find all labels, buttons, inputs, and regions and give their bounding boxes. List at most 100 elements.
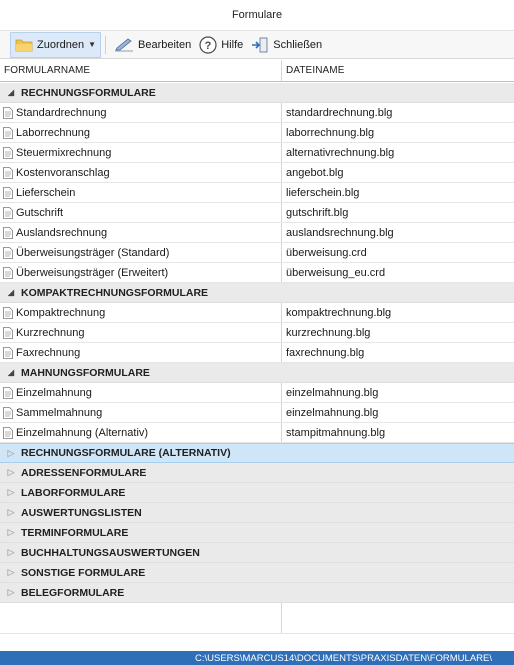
table-row[interactable]: Überweisungsträger (Erweitert) überweisun… [0,263,514,283]
table-row[interactable]: Auslandsrechnung auslandsrechnung.blg [0,223,514,243]
cell-file-name: auslandsrechnung.blg [282,227,394,239]
bearbeiten-button[interactable]: Bearbeiten [110,33,195,57]
table-row[interactable]: Sammelmahnung einzelmahnung.blg [0,403,514,423]
file-name: lieferschein.blg [286,186,360,199]
table-row[interactable]: Faxrechnung faxrechnung.blg [0,343,514,363]
status-bar: C:\USERS\MARCUS14\DOCUMENTS\PRAXISDATEN\… [0,651,514,665]
chevron-down-icon: ▼ [88,40,97,49]
group-header[interactable]: ◢ KOMPAKTRECHNUNGSFORMULARE [0,283,514,303]
document-icon [3,266,13,279]
cell-form-name: Lieferschein [0,183,282,202]
file-name: laborrechnung.blg [286,126,375,139]
expand-right-icon[interactable]: ▷ [5,507,17,518]
cell-form-name: Sammelmahnung [0,403,282,422]
hilfe-button[interactable]: ? Hilfe [195,33,247,57]
table-row[interactable]: Laborrechnung laborrechnung.blg [0,123,514,143]
file-name: überweisung.crd [286,246,367,259]
form-name: Kurzrechnung [16,326,85,339]
table-row[interactable]: Einzelmahnung (Alternativ) stampitmahnung… [0,423,514,443]
column-header-name-label: FORMULARNAME [4,65,91,76]
group-header[interactable]: ▷ TERMINFORMULARE [0,523,514,543]
cell-form-name: Einzelmahnung [0,383,282,402]
group-header[interactable]: ▷ SONSTIGE FORMULARE [0,563,514,583]
group-header[interactable]: ▷ AUSWERTUNGSLISTEN [0,503,514,523]
cell-form-name: Einzelmahnung (Alternativ) [0,423,282,442]
column-header-name[interactable]: FORMULARNAME [0,60,282,81]
table-row[interactable]: Lieferschein lieferschein.blg [0,183,514,203]
expand-down-icon[interactable]: ◢ [5,288,17,297]
cell-file-name: alternativrechnung.blg [282,147,394,159]
document-icon [3,306,13,319]
cell-file-name: überweisung.crd [282,247,367,259]
group-label: BELEGFORMULARE [21,586,125,599]
group-label: RECHNUNGSFORMULARE (ALTERNATIV) [21,447,231,459]
document-icon [3,126,13,139]
zuordnen-dropdown-button[interactable]: Zuordnen ▼ [10,31,102,58]
form-name: Laborrechnung [16,126,91,139]
group-header[interactable]: ▷ BUCHHALTUNGSAUSWERTUNGEN [0,543,514,563]
table-row[interactable]: Überweisungsträger (Standard) überweisung… [0,243,514,263]
column-header-file[interactable]: DATEINAME [282,65,345,76]
cell-file-name: einzelmahnung.blg [282,407,378,419]
cell-file-name: überweisung_eu.crd [282,267,385,279]
group-header[interactable]: ▷ ADRESSENFORMULARE [0,463,514,483]
form-name: Sammelmahnung [16,406,103,419]
expand-right-icon[interactable]: ▷ [5,487,17,498]
table-row[interactable]: Kompaktrechnung kompaktrechnung.blg [0,303,514,323]
group-label: TERMINFORMULARE [21,526,129,539]
group-label: AUSWERTUNGSLISTEN [21,506,142,519]
toolbar: Zuordnen ▼ Bearbeiten ? Hilfe Schließen [0,31,514,59]
window-titlebar: Formulare [0,0,514,31]
document-icon [3,186,13,199]
group-header[interactable]: ◢ MAHNUNGSFORMULARE [0,363,514,383]
expand-right-icon[interactable]: ▷ [5,567,17,578]
form-name: Einzelmahnung (Alternativ) [16,426,149,439]
file-name: überweisung_eu.crd [286,266,386,279]
file-name: auslandsrechnung.blg [286,226,394,239]
cell-file-name: gutschrift.blg [282,207,348,219]
status-path: C:\USERS\MARCUS14\DOCUMENTS\PRAXISDATEN\… [194,652,492,664]
form-name: Kompaktrechnung [16,306,106,319]
expand-right-icon[interactable]: ▷ [5,448,17,459]
cell-file-name: faxrechnung.blg [282,347,364,359]
group-header[interactable]: ◢ RECHNUNGSFORMULARE [0,83,514,103]
group-label: ADRESSENFORMULARE [21,466,147,479]
group-header[interactable]: ▷ BELEGFORMULARE [0,583,514,603]
document-icon [3,386,13,399]
column-header-file-label: DATEINAME [286,65,345,76]
form-name: Steuermixrechnung [16,146,112,159]
form-name: Faxrechnung [16,346,81,359]
group-header[interactable]: ▷ LABORFORMULARE [0,483,514,503]
document-icon [3,146,13,159]
cell-form-name: Auslandsrechnung [0,223,282,242]
file-name: kurzrechnung.blg [286,326,371,339]
table-row[interactable]: Kurzrechnung kurzrechnung.blg [0,323,514,343]
table-row[interactable]: Steuermixrechnung alternativrechnung.blg [0,143,514,163]
expand-down-icon[interactable]: ◢ [5,368,17,377]
cell-form-name: Überweisungsträger (Erweitert) [0,263,282,282]
file-name: einzelmahnung.blg [286,386,379,399]
document-icon [3,226,13,239]
expand-right-icon[interactable]: ▷ [5,527,17,538]
form-name: Lieferschein [16,186,76,199]
file-name: einzelmahnung.blg [286,406,379,419]
expand-right-icon[interactable]: ▷ [5,467,17,478]
document-icon [3,206,13,219]
cell-file-name: standardrechnung.blg [282,107,392,119]
cell-form-name: Standardrechnung [0,103,282,122]
file-name: faxrechnung.blg [286,346,365,359]
zuordnen-label: Zuordnen [37,38,85,51]
schliessen-button[interactable]: Schließen [247,33,326,57]
table-row[interactable]: Standardrechnung standardrechnung.blg [0,103,514,123]
file-name: angebot.blg [286,166,344,179]
table-row[interactable]: Einzelmahnung einzelmahnung.blg [0,383,514,403]
expand-down-icon[interactable]: ◢ [5,88,17,97]
folder-icon [15,39,33,51]
expand-right-icon[interactable]: ▷ [5,587,17,598]
group-label: BUCHHALTUNGSAUSWERTUNGEN [21,546,200,559]
table-row[interactable]: Kostenvoranschlag angebot.blg [0,163,514,183]
expand-right-icon[interactable]: ▷ [5,547,17,558]
table-row[interactable]: Gutschrift gutschrift.blg [0,203,514,223]
group-label: MAHNUNGSFORMULARE [21,366,150,379]
group-header[interactable]: ▷ RECHNUNGSFORMULARE (ALTERNATIV) [0,443,514,463]
